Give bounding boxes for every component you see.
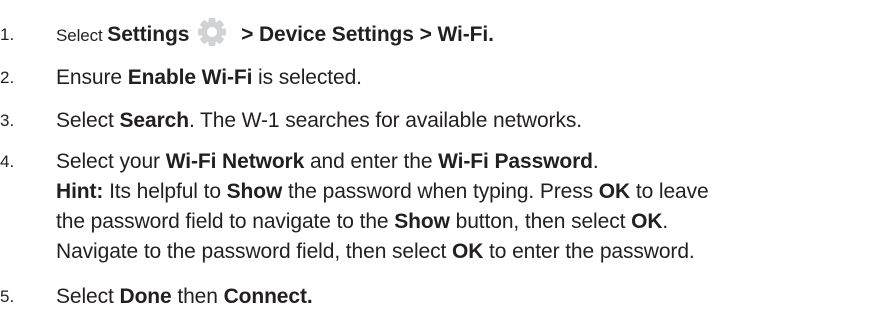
show-label: Show xyxy=(226,180,283,203)
show-label: Show xyxy=(394,210,450,233)
step-text-prefix: Ensure xyxy=(56,66,128,89)
step-number: 1. xyxy=(0,25,15,44)
done-label: Done xyxy=(119,285,172,308)
step-4-line-1: Select your Wi-Fi Network and enter the … xyxy=(56,150,599,173)
step-text-prefix: Select xyxy=(56,109,120,132)
step-text: Select your Wi-Fi Network and enter the … xyxy=(56,147,889,267)
step-number: 2. xyxy=(0,68,15,87)
step-text-suffix: is selected. xyxy=(252,66,362,89)
wifi-password-label: Wi-Fi Password xyxy=(438,150,593,173)
step-text-prefix: Select xyxy=(56,26,108,45)
connect-label: Connect. xyxy=(223,285,313,308)
step-number: 3. xyxy=(0,111,15,130)
step-text-prefix: Select xyxy=(56,285,120,308)
ok-label: OK xyxy=(598,180,631,203)
settings-label: Settings xyxy=(107,23,190,46)
hint-line: Hint: Its helpful to Show the password w… xyxy=(56,180,709,203)
ok-label: OK xyxy=(452,240,484,263)
step-text: Ensure Enable Wi-Fi is selected. xyxy=(56,63,889,93)
step-4-line-4: Navigate to the password field, then sel… xyxy=(56,240,695,263)
step-text: Select Settings > Device Settings > Wi-F… xyxy=(56,17,889,51)
step-number: 4. xyxy=(0,152,15,171)
step-number: 5. xyxy=(0,287,15,306)
ok-label: OK xyxy=(631,210,663,233)
search-label: Search xyxy=(119,109,190,132)
settings-path: > Device Settings > Wi-Fi. xyxy=(235,23,494,46)
enable-wifi-label: Enable Wi-Fi xyxy=(127,66,253,89)
gear-icon xyxy=(195,17,229,47)
step-text: Select Done then Connect. xyxy=(56,285,313,308)
step-text-suffix: . The W-1 searches for available network… xyxy=(188,109,582,132)
step-text: Select Search. The W-1 searches for avai… xyxy=(56,106,889,136)
step-4-line-3: the password field to navigate to the Sh… xyxy=(56,210,669,233)
wifi-network-label: Wi-Fi Network xyxy=(165,150,305,173)
hint-label: Hint: xyxy=(56,180,104,203)
